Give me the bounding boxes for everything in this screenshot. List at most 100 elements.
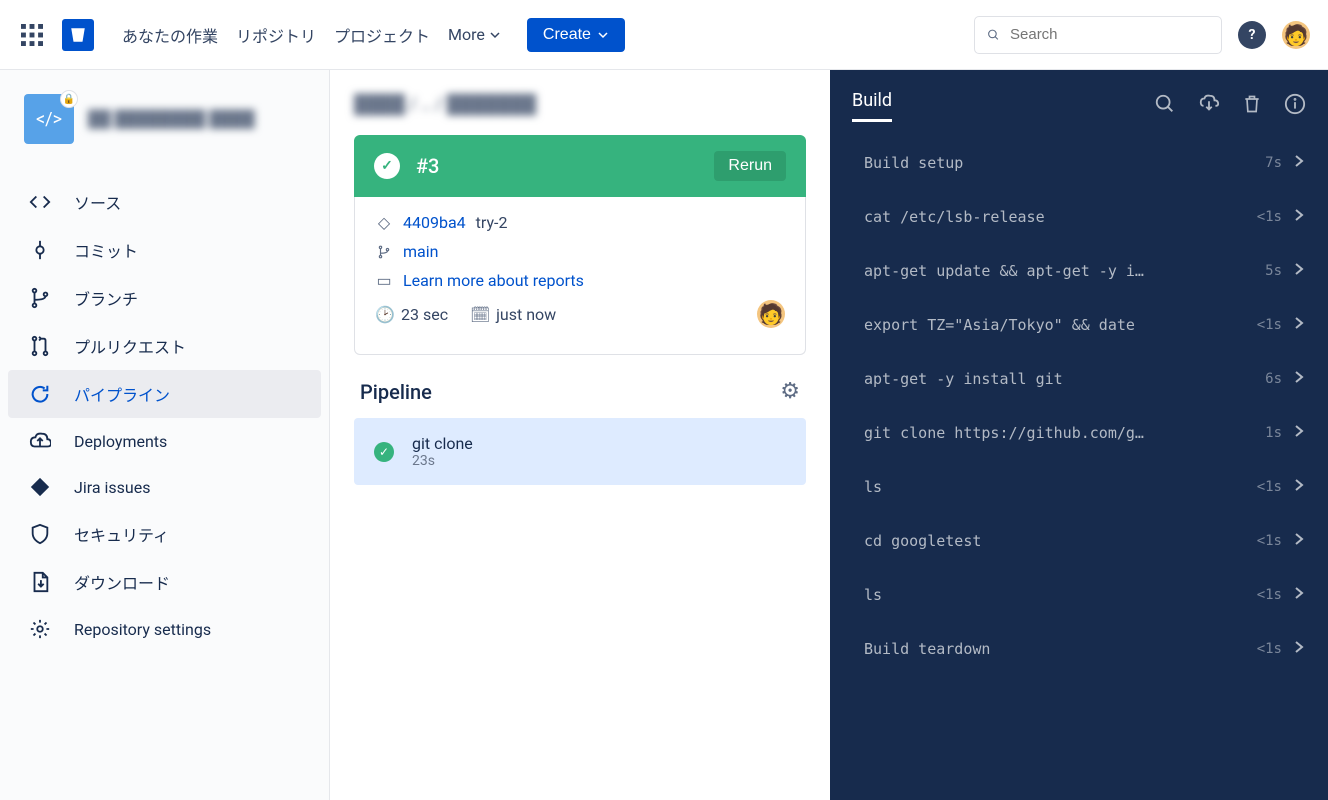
sidebar-item-label: コミット (74, 238, 138, 262)
log-line[interactable]: export TZ="Asia/Tokyo" && date<1s (844, 298, 1314, 352)
finished-time: just now (496, 305, 556, 324)
commit-message: try-2 (476, 213, 508, 232)
log-duration: 5s (1265, 263, 1282, 279)
log-line[interactable]: apt-get update && apt-get -y i…5s (844, 244, 1314, 298)
clock-icon: 🕑 (375, 305, 393, 324)
delete-log-icon[interactable] (1242, 93, 1262, 119)
search-input[interactable] (974, 16, 1222, 54)
step-duration: 23s (412, 453, 473, 469)
code-icon (28, 191, 52, 213)
sidebar-item-gear[interactable]: Repository settings (8, 606, 321, 652)
calendar-icon: 🗓 (470, 305, 488, 324)
duration: 23 sec (401, 305, 448, 324)
log-duration: 7s (1265, 155, 1282, 171)
branch-icon (28, 287, 52, 309)
sidebar-item-commit[interactable]: コミット (8, 226, 321, 274)
info-icon[interactable] (1284, 93, 1306, 119)
log-line[interactable]: ls<1s (844, 460, 1314, 514)
log-command: git clone https://github.com/g… (864, 424, 1265, 442)
user-avatar[interactable]: 🧑 (1282, 21, 1310, 49)
log-line[interactable]: ls<1s (844, 568, 1314, 622)
log-line[interactable]: cd googletest<1s (844, 514, 1314, 568)
left-sidebar: </> 🔒 ██ ████████ ████ ソースコミットブランチプルリクエス… (0, 70, 330, 800)
log-line[interactable]: git clone https://github.com/g…1s (844, 406, 1314, 460)
download-icon (28, 571, 52, 593)
log-command: cat /etc/lsb-release (864, 208, 1257, 226)
sidebar-item-label: ソース (74, 190, 121, 214)
bitbucket-logo-icon[interactable] (62, 19, 94, 51)
sidebar-item-label: ブランチ (74, 286, 138, 310)
commit-icon: ◇ (375, 213, 393, 232)
nav-your-work[interactable]: あなたの作業 (122, 23, 218, 47)
sidebar-item-jira[interactable]: Jira issues (8, 464, 321, 510)
create-button[interactable]: Create (527, 18, 625, 52)
chevron-right-icon (1294, 532, 1304, 550)
log-command: export TZ="Asia/Tokyo" && date (864, 316, 1257, 334)
chevron-right-icon (1294, 424, 1304, 442)
sidebar-item-label: セキュリティ (74, 522, 169, 546)
chevron-right-icon (1294, 640, 1304, 658)
log-duration: <1s (1257, 209, 1282, 225)
run-number: #3 (416, 154, 439, 178)
shield-icon (28, 523, 52, 545)
chevron-right-icon (1294, 154, 1304, 172)
refresh-icon (28, 383, 52, 405)
gear-icon (28, 618, 52, 640)
sidebar-item-label: ダウンロード (74, 570, 170, 594)
sidebar-item-label: パイプライン (74, 382, 170, 406)
app-switcher-icon[interactable] (18, 21, 46, 49)
breadcrumb: ████ / .. / ███████ (354, 94, 806, 115)
step-name: git clone (412, 434, 473, 453)
log-line[interactable]: cat /etc/lsb-release<1s (844, 190, 1314, 244)
pipeline-settings-icon[interactable]: ⚙ (780, 379, 800, 404)
pipeline-step[interactable]: ✓ git clone 23s (354, 418, 806, 485)
log-duration: <1s (1257, 479, 1282, 495)
log-line[interactable]: apt-get -y install git6s (844, 352, 1314, 406)
sidebar-item-pr[interactable]: プルリクエスト (8, 322, 321, 370)
log-search-icon[interactable] (1154, 93, 1176, 119)
log-command: ls (864, 478, 1257, 496)
nav-more-button[interactable]: More (448, 25, 501, 44)
reports-link[interactable]: Learn more about reports (403, 271, 584, 290)
sidebar-item-cloud[interactable]: Deployments (8, 418, 321, 464)
pipeline-section-title: Pipeline (360, 380, 432, 404)
chevron-right-icon (1294, 262, 1304, 280)
branch-link[interactable]: main (403, 242, 438, 261)
commit-hash-link[interactable]: 4409ba4 (403, 213, 466, 232)
sidebar-item-refresh[interactable]: パイプライン (8, 370, 321, 418)
help-icon[interactable]: ? (1238, 21, 1266, 49)
cloud-icon (28, 430, 52, 452)
log-command: Build teardown (864, 640, 1257, 658)
rerun-button[interactable]: Rerun (714, 151, 786, 181)
sidebar-item-shield[interactable]: セキュリティ (8, 510, 321, 558)
log-duration: 1s (1265, 425, 1282, 441)
search-field[interactable] (1010, 26, 1209, 43)
success-check-icon: ✓ (374, 153, 400, 179)
sidebar-item-code[interactable]: ソース (8, 178, 321, 226)
step-success-icon: ✓ (374, 442, 394, 462)
run-author-avatar[interactable]: 🧑 (757, 300, 785, 328)
log-line[interactable]: Build setup7s (844, 136, 1314, 190)
log-duration: <1s (1257, 533, 1282, 549)
chevron-right-icon (1294, 208, 1304, 226)
log-duration: <1s (1257, 317, 1282, 333)
chevron-right-icon (1294, 478, 1304, 496)
reports-icon: ▭ (375, 271, 393, 290)
repo-icon: </> 🔒 (24, 94, 74, 144)
pipeline-status-banner: ✓ #3 Rerun (354, 135, 806, 197)
chevron-right-icon (1294, 316, 1304, 334)
log-command: ls (864, 586, 1257, 604)
chevron-right-icon (1294, 586, 1304, 604)
log-line[interactable]: Build teardown<1s (844, 622, 1314, 676)
build-tab[interactable]: Build (852, 90, 892, 122)
nav-projects[interactable]: プロジェクト (334, 23, 430, 47)
log-duration: <1s (1257, 641, 1282, 657)
sidebar-item-download[interactable]: ダウンロード (8, 558, 321, 606)
nav-repositories[interactable]: リポジトリ (236, 23, 316, 47)
download-log-icon[interactable] (1198, 93, 1220, 119)
log-command: Build setup (864, 154, 1265, 172)
sidebar-item-branch[interactable]: ブランチ (8, 274, 321, 322)
log-command: cd googletest (864, 532, 1257, 550)
sidebar-item-label: Jira issues (74, 478, 150, 497)
repo-name: ██ ████████ ████ (88, 109, 255, 129)
